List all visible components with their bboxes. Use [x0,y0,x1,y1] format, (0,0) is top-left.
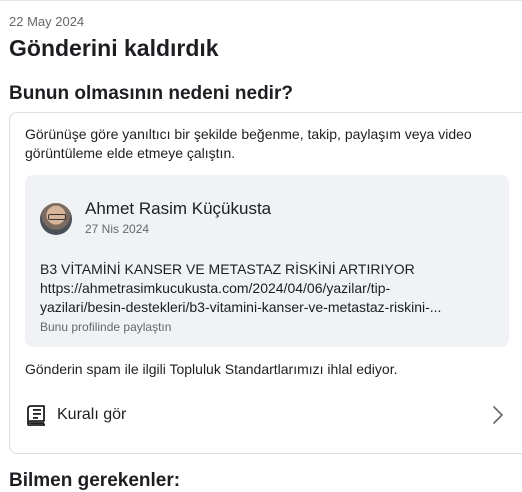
violation-text: Gönderin spam ile ilgili Topluluk Standa… [25,361,398,377]
post-text-line-1: B3 VİTAMİNİ KANSER VE METASTAZ RİSKİNİ A… [40,261,415,277]
post-text-line-2: https://ahmetrasimkucukusta.com/2024/04/… [40,280,391,296]
post-text: B3 VİTAMİNİ KANSER VE METASTAZ RİSKİNİ A… [40,260,490,317]
what-to-know-title: Bilmen gerekenler: [9,470,181,491]
chevron-right-icon [493,406,503,424]
removed-post-preview[interactable]: Ahmet Rasim Küçükusta 27 Nis 2024 B3 VİT… [25,175,509,347]
avatar-glasses [48,214,66,220]
removal-date: 22 May 2024 [9,14,85,29]
post-date: 27 Nis 2024 [85,222,150,236]
shared-note: Bunu profilinde paylaştın [40,320,172,334]
book-icon [27,405,45,426]
post-text-line-3: yazilari/besin-destekleri/b3-vitamini-ka… [40,299,442,315]
reason-intro-text: Görünüşe göre yanıltıcı bir şekilde beğe… [25,126,472,161]
see-rule-label: Kuralı gör [57,406,127,423]
post-author-name: Ahmet Rasim Küçükusta [85,199,272,218]
page-title: Gönderini kaldırdık [9,35,219,61]
reason-card: Görünüşe göre yanıltıcı bir şekilde beğe… [9,112,522,454]
see-rule-button[interactable]: Kuralı gör [10,391,522,439]
top-divider [0,0,522,1]
avatar [40,203,72,235]
reason-section-title: Bunun olmasının nedeni nedir? [9,83,293,104]
